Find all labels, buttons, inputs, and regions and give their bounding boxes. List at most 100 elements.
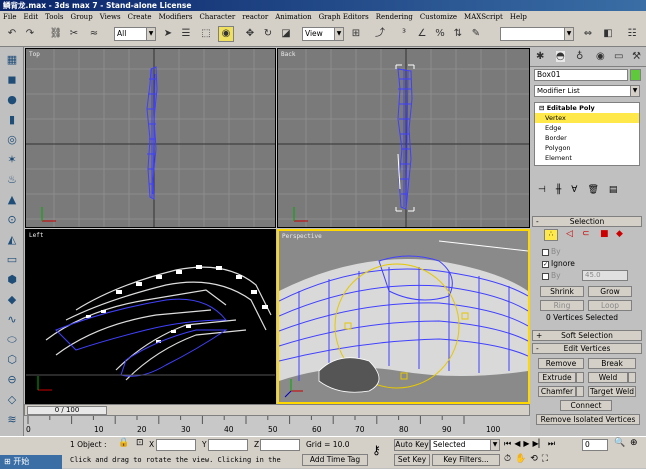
previous-frame-icon[interactable]: ◀	[514, 439, 520, 449]
selected-set-dropdown[interactable]: Selected ▼	[430, 439, 500, 451]
named-selection-sets-dropdown[interactable]: ▼	[500, 27, 574, 41]
border-mode-icon[interactable]: ⊂	[582, 229, 590, 239]
ring-button[interactable]: Ring	[540, 300, 584, 311]
current-frame-field[interactable]: 0	[582, 439, 608, 451]
pivot-center-icon[interactable]: ⊞	[348, 26, 364, 42]
windows-start-button[interactable]: ⊞ 开始	[0, 455, 62, 469]
menu-file[interactable]: File	[3, 11, 16, 23]
extrude-button[interactable]: Extrude	[538, 372, 576, 383]
motion-tab-icon[interactable]: ◉	[596, 51, 605, 62]
menu-group[interactable]: Group	[71, 11, 93, 23]
time-slider[interactable]: 0 / 100	[24, 404, 530, 416]
chamfer-settings-button[interactable]	[576, 386, 584, 397]
box-icon[interactable]: ◼	[4, 73, 20, 87]
display-tab-icon[interactable]: ▭	[614, 51, 623, 62]
gengon-icon[interactable]: ⬡	[4, 353, 20, 367]
move-icon[interactable]: ✥	[242, 26, 258, 42]
remove-button[interactable]: Remove	[538, 358, 584, 369]
track-bar[interactable]: 0 10 20 30 40 50 60 70 80 90 100	[24, 416, 530, 436]
time-slider-thumb[interactable]: 0 / 100	[27, 406, 107, 415]
maxscript-listener-area[interactable]	[2, 439, 62, 453]
create-tab-icon[interactable]: ✱	[536, 51, 544, 62]
object-name-field[interactable]: Box01	[534, 69, 628, 81]
viewport-left[interactable]: Left	[25, 229, 276, 404]
geosphere-icon[interactable]: ⬢	[4, 273, 20, 287]
select-by-name-icon[interactable]: ☰	[178, 26, 194, 42]
rectangular-selection-icon[interactable]: ⬚	[198, 26, 214, 42]
extrude-settings-button[interactable]	[576, 372, 584, 383]
angle-spinner[interactable]: 45.0	[582, 270, 628, 281]
menu-character[interactable]: Character	[199, 11, 235, 23]
loop-button[interactable]: Loop	[588, 300, 632, 311]
scale-icon[interactable]: ◪	[278, 26, 294, 42]
bind-space-warp-icon[interactable]: ≈	[86, 26, 102, 42]
absolute-mode-icon[interactable]: ⊡	[136, 438, 144, 448]
menu-edit[interactable]: Edit	[23, 11, 38, 23]
z-coordinate-field[interactable]	[260, 439, 300, 451]
stack-item-editable-poly[interactable]: ⊟ Editable Poly	[535, 103, 639, 113]
menu-modifiers[interactable]: Modifiers	[159, 11, 193, 23]
menu-tools[interactable]: Tools	[45, 11, 63, 23]
stack-item-polygon[interactable]: Polygon	[535, 143, 639, 153]
x-coordinate-field[interactable]	[156, 439, 196, 451]
connect-button[interactable]: Connect	[560, 400, 612, 411]
edit-vertices-rollout-header[interactable]: - Edit Vertices	[532, 343, 642, 354]
maximize-viewport-icon[interactable]: ⛶	[542, 454, 548, 464]
utilities-tab-icon[interactable]: ⚒	[632, 51, 641, 62]
percent-snap-icon[interactable]: %	[432, 26, 448, 42]
key-filters-button[interactable]: Key Filters...	[432, 454, 500, 466]
configure-sets-icon[interactable]: ▤	[609, 185, 618, 199]
oiltank-icon[interactable]: ⊖	[4, 373, 20, 387]
spinner-snap-icon[interactable]: ⇅	[450, 26, 466, 42]
shrink-button[interactable]: Shrink	[540, 286, 584, 297]
spindle-icon[interactable]: ◇	[4, 393, 20, 407]
teapot-icon[interactable]: ♨	[4, 173, 20, 187]
zoom-all-icon[interactable]: ⊕	[630, 438, 638, 448]
chamfer-button[interactable]: Chamfer	[538, 386, 576, 397]
lock-selection-icon[interactable]: 🔒	[118, 438, 129, 448]
go-to-end-icon[interactable]: ⏭	[548, 439, 555, 449]
element-mode-icon[interactable]: ◆	[616, 229, 623, 239]
align-icon[interactable]: ◧	[600, 26, 616, 42]
snaps-toggle-icon[interactable]: ³	[396, 26, 412, 42]
remove-modifier-icon[interactable]: 🗑	[587, 185, 598, 199]
viewport-label-perspective[interactable]: Perspective	[282, 233, 322, 240]
star-icon[interactable]: ✶	[4, 153, 20, 167]
weld-settings-button[interactable]	[628, 372, 636, 383]
play-icon[interactable]: ▶	[523, 439, 529, 449]
key-icon[interactable]: ⚷	[372, 443, 381, 457]
grow-button[interactable]: Grow	[588, 286, 632, 297]
object-color-swatch[interactable]	[630, 69, 641, 81]
select-object-icon[interactable]: ➤	[160, 26, 176, 42]
menu-help[interactable]: Help	[510, 11, 527, 23]
torus-icon[interactable]: ◎	[4, 133, 20, 147]
redo-icon[interactable]: ↷	[22, 26, 38, 42]
target-weld-button[interactable]: Target Weld	[588, 386, 636, 397]
pan-icon[interactable]: ✋	[515, 454, 526, 464]
pyramid-icon[interactable]: ◭	[4, 233, 20, 247]
undo-icon[interactable]: ↶	[4, 26, 20, 42]
menu-rendering[interactable]: Rendering	[376, 11, 413, 23]
make-unique-icon[interactable]: ∀	[571, 185, 577, 199]
add-time-tag-button[interactable]: Add Time Tag	[302, 454, 368, 466]
ignore-backfacing-checkbox[interactable]: ✓ Ignore	[542, 259, 575, 268]
stack-item-vertex[interactable]: Vertex	[535, 113, 639, 123]
tube-icon[interactable]: ⊙	[4, 213, 20, 227]
edge-mode-icon[interactable]: ◁	[566, 229, 573, 239]
soft-selection-rollout-header[interactable]: + Soft Selection	[532, 330, 642, 341]
break-button[interactable]: Break	[588, 358, 636, 369]
pin-stack-icon[interactable]: ⊣	[538, 185, 546, 199]
stack-item-border[interactable]: Border	[535, 133, 639, 143]
auto-key-button[interactable]: Auto Key	[394, 439, 430, 451]
stack-item-edge[interactable]: Edge	[535, 123, 639, 133]
modifier-list-dropdown[interactable]: Modifier List ▼	[534, 85, 640, 97]
viewport-top[interactable]: Top	[25, 48, 276, 228]
selection-rollout-header[interactable]: - Selection	[532, 216, 642, 227]
selection-filter-dropdown[interactable]: All ▼	[114, 27, 156, 41]
menu-views[interactable]: Views	[100, 11, 121, 23]
viewport-label-top[interactable]: Top	[29, 51, 40, 58]
viewport-label-left[interactable]: Left	[29, 232, 43, 239]
polygon-mode-icon[interactable]: ■	[600, 229, 609, 239]
menu-customize[interactable]: Customize	[420, 11, 457, 23]
hedra-icon[interactable]: ◆	[4, 293, 20, 307]
